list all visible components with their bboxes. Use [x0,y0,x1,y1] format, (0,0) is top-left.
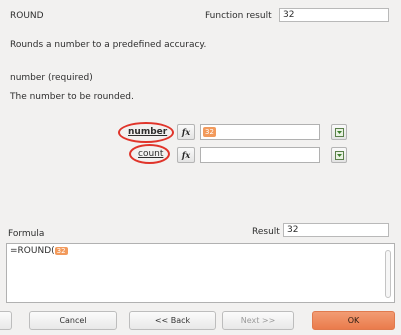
number-fx-button[interactable]: fx [177,124,195,140]
number-shrink-button[interactable] [331,124,347,140]
formula-prefix: =ROUND( [10,246,55,256]
function-name: ROUND [10,11,44,21]
ok-button-label: OK [347,316,360,325]
next-button-label: Next >> [240,316,276,325]
number-arg-input[interactable]: 32 [200,124,320,140]
number-arg-token: 32 [203,127,216,137]
cancel-button[interactable]: Cancel [29,311,117,330]
result-field: 32 [283,223,389,237]
function-result-field: 32 [279,8,389,22]
formula-token: 32 [54,247,68,255]
result-label: Result [252,227,280,237]
help-button-partial[interactable] [0,311,12,330]
parameter-name: number (required) [10,73,93,83]
formula-editor[interactable]: =ROUND(32 [6,243,395,303]
shrink-icon [334,128,344,137]
function-description: Rounds a number to a predefined accuracy… [10,40,207,50]
formula-label: Formula [8,229,45,239]
number-arg-label: number [128,127,168,137]
formula-scrollbar[interactable] [385,250,391,298]
next-button[interactable]: Next >> [222,311,294,330]
fx-icon: fx [181,150,191,160]
cancel-button-label: Cancel [59,316,87,325]
back-button[interactable]: << Back [129,311,216,330]
back-button-label: << Back [154,316,191,325]
count-shrink-button[interactable] [331,147,347,163]
parameter-description: The number to be rounded. [10,92,134,102]
count-arg-label: count [138,149,164,159]
count-fx-button[interactable]: fx [177,147,195,163]
fx-icon: fx [181,127,191,137]
formula-text: =ROUND(32 [10,246,68,256]
function-result-label: Function result [205,11,272,21]
count-arg-input[interactable] [200,147,320,163]
shrink-icon [334,151,344,160]
ok-button[interactable]: OK [312,311,395,330]
